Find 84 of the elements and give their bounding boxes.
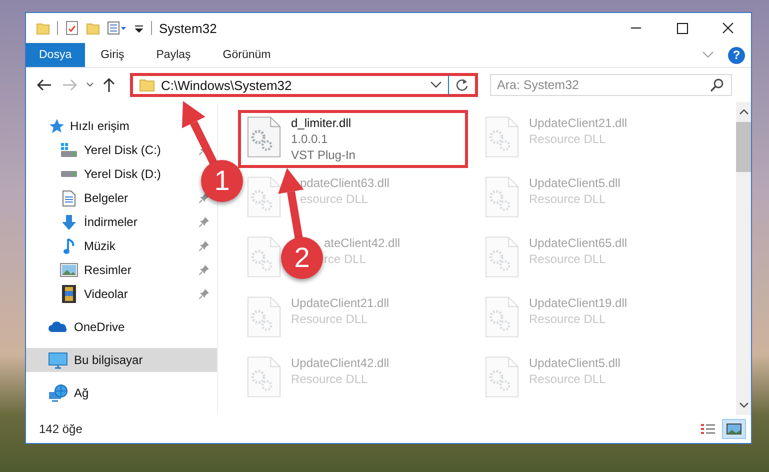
scroll-down-icon[interactable] <box>738 401 748 409</box>
sidebar-item[interactable]: Belgeler <box>26 186 134 210</box>
star-icon <box>48 118 64 134</box>
address-bar[interactable]: C:\Windows\System32 <box>130 73 478 97</box>
pin-icon[interactable] <box>199 289 209 299</box>
sidebar-item[interactable]: Hızlı erişim <box>26 114 136 138</box>
music-note-icon <box>63 238 75 254</box>
large-icons-view-icon[interactable] <box>723 420 745 438</box>
scrollbar[interactable] <box>736 102 751 415</box>
file-detail: rce DLL <box>324 251 368 267</box>
file-detail: Resource DLL <box>529 251 607 267</box>
file-detail: Resource DLL <box>529 131 607 147</box>
file-name: UpdateClient21.dll <box>291 295 390 311</box>
chevron-down-icon[interactable] <box>86 82 94 88</box>
gear-file-icon <box>485 175 519 219</box>
file-name: ateClient42.dll <box>324 235 400 251</box>
scrollbar-thumb[interactable] <box>736 122 751 172</box>
gear-file-icon <box>247 115 281 159</box>
cloud-icon <box>48 321 68 333</box>
ribbon-tab[interactable]: Görünüm <box>206 43 287 67</box>
file-name: UpdateClient65.dll <box>529 235 628 251</box>
help-button[interactable]: ? <box>728 46 745 64</box>
dropdown-caret-icon[interactable] <box>134 23 144 33</box>
globe-monitor-icon <box>48 384 68 402</box>
folder-icon <box>139 78 155 92</box>
chevron-down-icon[interactable] <box>702 51 714 59</box>
film-icon <box>62 285 76 303</box>
sidebar-item[interactable]: Videolar <box>26 282 134 306</box>
file-detail: Resource DLL <box>529 311 607 327</box>
document-icon <box>62 190 76 206</box>
down-arrow-icon <box>61 214 77 230</box>
up-arrow-icon[interactable] <box>102 77 116 93</box>
sidebar-item[interactable]: OneDrive <box>26 315 131 339</box>
window-title: System32 <box>159 20 217 36</box>
file-name: UpdateClient21.dll <box>529 115 628 131</box>
gear-file-icon <box>485 235 519 279</box>
gear-file-icon <box>247 235 281 279</box>
drive-icon <box>60 142 78 158</box>
sidebar-item[interactable]: Resimler <box>26 258 138 282</box>
file-detail: VST Plug-In <box>291 147 356 163</box>
sidebar-item[interactable]: Yerel Disk (C:) <box>26 138 167 162</box>
sidebar-item[interactable]: Ağ <box>26 381 95 405</box>
file-name: UpdateClient5.dll <box>529 355 620 371</box>
gear-file-icon <box>247 295 281 339</box>
ribbon-tab[interactable]: Giriş <box>84 43 140 67</box>
pin-icon[interactable] <box>199 217 209 227</box>
sidebar-item[interactable]: Bu bilgisayar <box>26 348 217 372</box>
checklist-icon[interactable] <box>65 20 79 36</box>
pin-icon[interactable] <box>199 265 209 275</box>
gear-file-icon <box>485 355 519 399</box>
file-detail: Resource DLL <box>529 191 607 207</box>
dropdown-caret-icon[interactable] <box>430 81 442 89</box>
search-field[interactable]: Ara: System32 <box>490 74 732 96</box>
file-detail: esource DLL <box>300 191 370 207</box>
file-name: d_limiter.dll <box>291 115 352 131</box>
pin-icon[interactable] <box>199 241 209 251</box>
search-icon <box>710 78 724 92</box>
gear-file-icon <box>485 115 519 159</box>
file-name: UpdateClient19.dll <box>529 295 628 311</box>
sidebar-item[interactable]: Müzik <box>26 234 122 258</box>
file-name: pdateClient63.dll <box>300 175 390 191</box>
sidebar-item[interactable]: İndirmeler <box>26 210 144 234</box>
ribbon-tab[interactable]: Dosya <box>26 43 85 67</box>
file-detail: Resource DLL <box>291 371 369 387</box>
refresh-icon[interactable] <box>455 78 469 92</box>
file-detail: Resource DLL <box>291 311 369 327</box>
monitor-icon <box>48 352 68 368</box>
gear-file-icon <box>247 355 281 399</box>
file-name: UpdateClient42.dll <box>291 355 390 371</box>
address-path: C:\Windows\System32 <box>161 78 293 92</box>
file-detail: Resource DLL <box>529 371 607 387</box>
gear-file-icon <box>485 295 519 339</box>
item-count: 142 öğe <box>39 422 82 436</box>
drive-icon <box>60 170 78 178</box>
gear-file-icon <box>247 175 281 219</box>
file-item[interactable]: d_limiter.dll 1.0.0.1 VST Plug-In <box>238 110 468 168</box>
picture-icon <box>60 263 78 277</box>
sidebar-item[interactable]: Yerel Disk (D:) <box>26 162 167 186</box>
properties-icon[interactable] <box>107 21 127 35</box>
back-arrow-icon[interactable] <box>36 78 52 92</box>
file-detail: 1.0.0.1 <box>291 131 329 147</box>
file-name: UpdateClient5.dll <box>529 175 620 191</box>
scroll-up-icon[interactable] <box>738 108 748 116</box>
ribbon-tab[interactable]: Paylaş <box>140 43 207 67</box>
